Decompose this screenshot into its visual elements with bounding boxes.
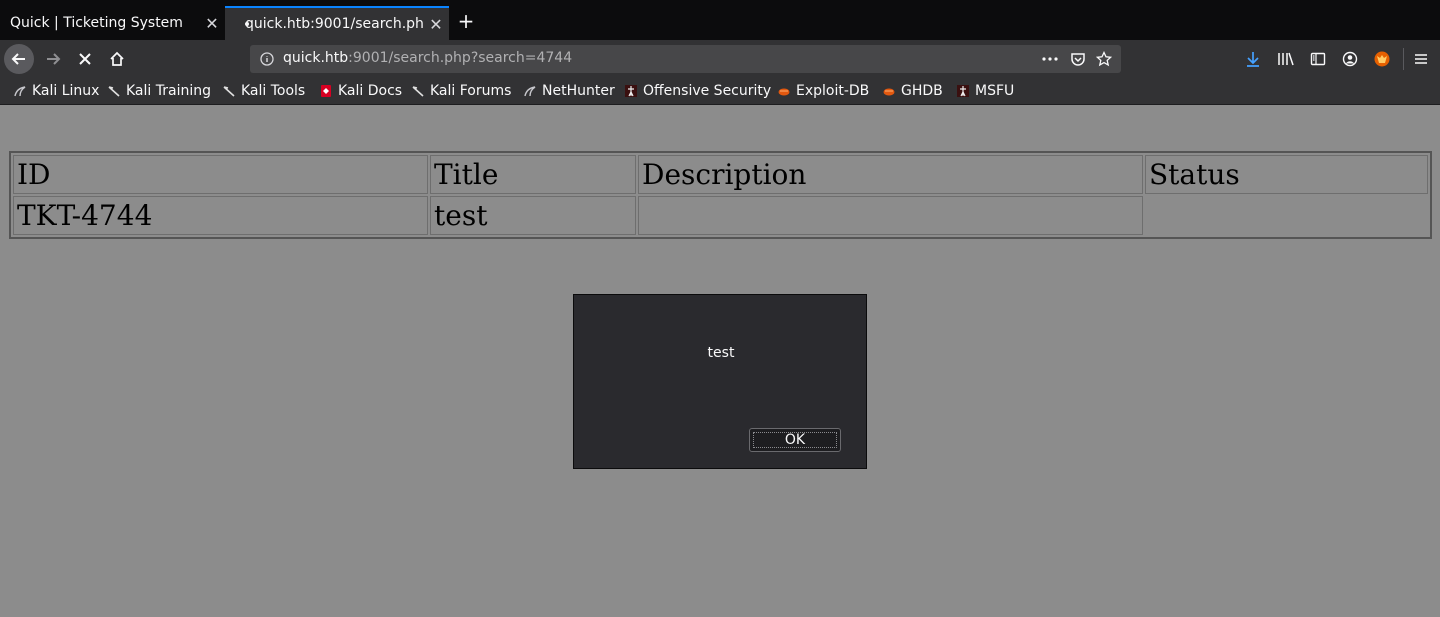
exploitdb-icon xyxy=(883,88,895,96)
ok-button[interactable]: OK xyxy=(749,428,841,452)
table-header-row: ID Title Description Status xyxy=(13,155,1428,194)
cell-status xyxy=(1145,196,1428,235)
pocket-icon[interactable] xyxy=(1070,51,1086,67)
menu-button[interactable] xyxy=(1406,44,1436,74)
kali-dragon-icon xyxy=(108,86,120,97)
close-tab-icon[interactable]: ✕ xyxy=(199,14,225,33)
foxyproxy-button[interactable] xyxy=(1367,44,1397,74)
bookmark-offensive-security[interactable]: Offensive Security xyxy=(625,82,771,100)
bookmark-exploit-db[interactable]: Exploit-DB xyxy=(778,82,869,100)
alert-message: test xyxy=(707,345,735,361)
arrow-left-icon xyxy=(11,53,25,65)
table-row: TKT-4744 test xyxy=(13,196,1428,235)
ticket-results-table: ID Title Description Status TKT-4744 tes… xyxy=(9,151,1432,239)
page-actions-icon[interactable] xyxy=(1041,52,1059,66)
account-icon xyxy=(1342,51,1358,67)
library-icon xyxy=(1278,52,1294,66)
header-title: Title xyxy=(430,155,636,194)
bookmark-label: Kali Linux xyxy=(32,83,100,99)
info-icon[interactable] xyxy=(260,52,274,66)
forward-button[interactable] xyxy=(38,44,68,74)
bookmark-kali-forums[interactable]: Kali Forums xyxy=(412,82,511,100)
header-id: ID xyxy=(13,155,428,194)
header-status: Status xyxy=(1145,155,1428,194)
tab-title: quick.htb:9001/search.php xyxy=(245,16,423,32)
bookmark-kali-training[interactable]: Kali Training xyxy=(108,82,211,100)
navigation-bar: quick.htb:9001/search.php?search=4744 xyxy=(0,40,1440,78)
url-text: quick.htb:9001/search.php?search=4744 xyxy=(283,50,572,66)
toolbar-separator xyxy=(1403,48,1404,70)
bookmark-msfu[interactable]: MSFU xyxy=(957,82,1014,100)
tab-search-active[interactable]: quick.htb:9001/search.php ✕ xyxy=(225,6,449,40)
focus-ring xyxy=(753,432,837,448)
offsec-icon xyxy=(625,85,637,97)
kali-dragon-icon xyxy=(412,86,424,97)
url-path: :9001/search.php?search=4744 xyxy=(348,50,573,66)
hamburger-menu-icon xyxy=(1415,54,1427,64)
bookmark-label: Kali Tools xyxy=(241,83,306,99)
tab-bar: Quick | Ticketing System ✕ quick.htb:900… xyxy=(0,0,1440,40)
bookmarks-toolbar: Kali Linux Kali Training Kali Tools Kali… xyxy=(0,78,1440,105)
kali-dragon-icon xyxy=(14,86,26,97)
nethunter-icon xyxy=(524,86,536,97)
bookmark-label: MSFU xyxy=(975,83,1015,99)
home-button[interactable] xyxy=(102,44,132,74)
bookmark-label: Exploit-DB xyxy=(796,83,870,99)
loading-dot-icon xyxy=(245,22,249,26)
bookmark-kali-tools[interactable]: Kali Tools xyxy=(223,82,305,100)
stop-button[interactable] xyxy=(70,44,100,74)
bookmark-star-icon[interactable] xyxy=(1096,51,1112,67)
url-host: quick.htb xyxy=(283,50,349,66)
back-button[interactable] xyxy=(4,44,34,74)
bookmark-label: Kali Docs xyxy=(338,83,403,99)
cell-description xyxy=(638,196,1143,235)
arrow-right-icon xyxy=(47,53,61,65)
address-bar[interactable]: quick.htb:9001/search.php?search=4744 xyxy=(250,45,1121,73)
bookmark-kali-linux[interactable]: Kali Linux xyxy=(14,82,99,100)
sidebar-icon xyxy=(1310,52,1326,66)
library-button[interactable] xyxy=(1271,44,1301,74)
close-tab-icon[interactable]: ✕ xyxy=(423,15,449,34)
cell-title: test xyxy=(430,196,636,235)
bookmark-kali-docs[interactable]: Kali Docs xyxy=(320,82,402,100)
bookmark-nethunter[interactable]: NetHunter xyxy=(524,82,615,100)
alert-dialog: test OK xyxy=(573,294,867,469)
downloads-button[interactable] xyxy=(1238,44,1268,74)
sidebar-button[interactable] xyxy=(1303,44,1333,74)
bookmark-label: NetHunter xyxy=(542,83,615,99)
new-tab-button[interactable]: + xyxy=(456,8,476,34)
cell-id: TKT-4744 xyxy=(13,196,428,235)
kali-docs-icon xyxy=(321,85,331,97)
kali-dragon-icon xyxy=(223,86,235,97)
bookmark-label: GHDB xyxy=(901,83,943,99)
bookmark-ghdb[interactable]: GHDB xyxy=(883,82,943,100)
fox-extension-icon xyxy=(1374,51,1390,67)
home-icon xyxy=(110,51,124,66)
account-button[interactable] xyxy=(1335,44,1365,74)
bookmark-label: Kali Forums xyxy=(430,83,512,99)
offsec-icon xyxy=(957,85,969,97)
header-description: Description xyxy=(638,155,1143,194)
stop-x-icon xyxy=(79,53,91,65)
exploitdb-icon xyxy=(778,88,790,96)
bookmark-label: Offensive Security xyxy=(643,83,772,99)
tab-title: Quick | Ticketing System xyxy=(10,15,183,31)
tab-quick-ticketing[interactable]: Quick | Ticketing System ✕ xyxy=(0,6,225,40)
bookmark-label: Kali Training xyxy=(126,83,211,99)
download-arrow-icon xyxy=(1247,52,1259,67)
